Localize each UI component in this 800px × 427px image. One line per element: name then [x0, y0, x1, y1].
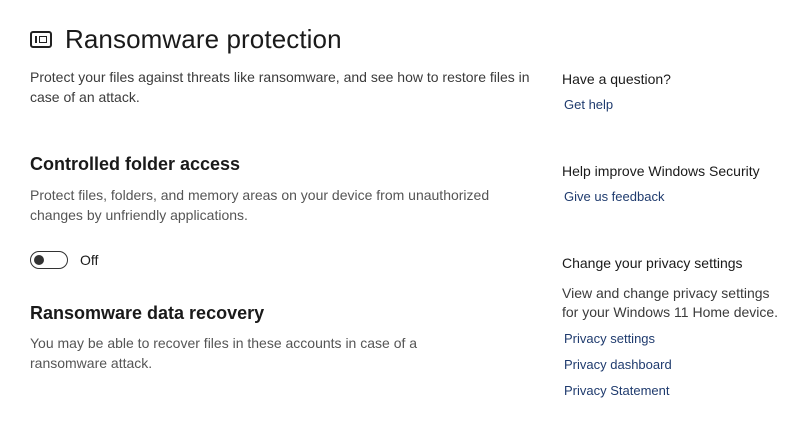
- privacy-statement-link[interactable]: Privacy Statement: [564, 382, 792, 400]
- privacy-text: View and change privacy settings for you…: [562, 285, 779, 320]
- ransomware-protection-page: Ransomware protection Protect your files…: [0, 0, 800, 427]
- data-recovery-description: You may be able to recover files in thes…: [30, 335, 418, 371]
- toggle-state-label: Off: [80, 252, 99, 268]
- feedback-section: Help improve Windows Security Give us fe…: [562, 161, 792, 206]
- controlled-folder-access-title: Controlled folder access: [30, 154, 241, 174]
- controlled-folder-access-toggle[interactable]: [30, 251, 68, 269]
- controlled-folder-access-toggle-row: Off: [30, 251, 98, 269]
- privacy-section: Change your privacy settings View and ch…: [562, 253, 792, 400]
- page-title: Ransomware protection: [65, 24, 342, 54]
- intro-text: Protect your files against threats like …: [30, 69, 530, 105]
- feedback-heading: Help improve Windows Security: [562, 163, 760, 179]
- privacy-settings-link[interactable]: Privacy settings: [564, 330, 792, 348]
- toggle-knob: [34, 255, 44, 265]
- app-browser-icon: [30, 31, 52, 48]
- privacy-heading: Change your privacy settings: [562, 255, 743, 271]
- get-help-link[interactable]: Get help: [564, 96, 792, 114]
- help-heading: Have a question?: [562, 71, 671, 87]
- data-recovery-title: Ransomware data recovery: [30, 303, 265, 323]
- privacy-dashboard-link[interactable]: Privacy dashboard: [564, 356, 792, 374]
- page-header: Ransomware protection: [30, 24, 342, 55]
- help-section: Have a question? Get help: [562, 69, 792, 114]
- give-feedback-link[interactable]: Give us feedback: [564, 188, 792, 206]
- controlled-folder-access-description: Protect files, folders, and memory areas…: [30, 187, 490, 223]
